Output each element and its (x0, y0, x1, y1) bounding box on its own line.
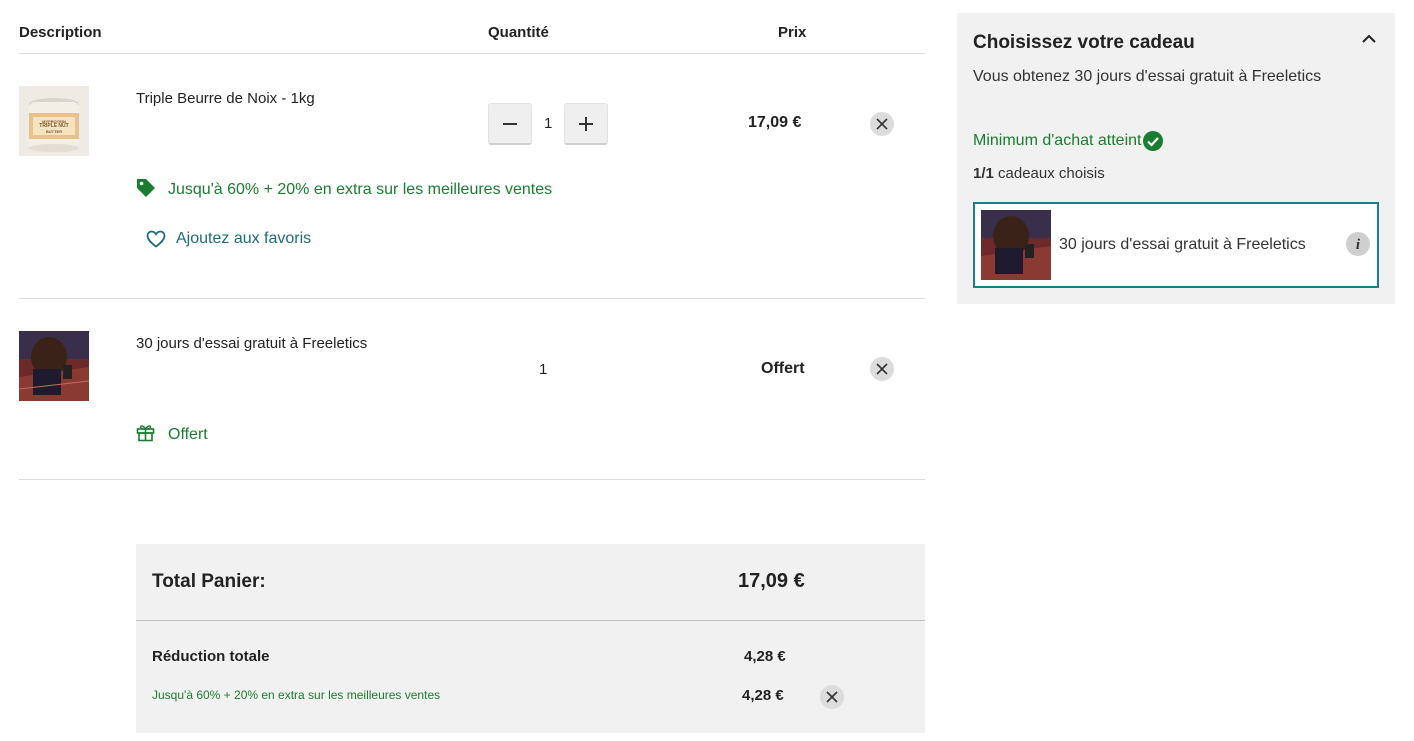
quantity-value: 1 (539, 361, 548, 378)
product-name[interactable]: Triple Beurre de Noix - 1kg (136, 90, 315, 107)
column-header-price: Prix (778, 24, 807, 41)
gift-status: Minimum d'achat atteint (973, 130, 1164, 152)
gift-count: 1/1 cadeaux choisis (973, 165, 1105, 182)
totals-divider (136, 620, 925, 621)
gift-count-value: 1/1 (973, 165, 994, 182)
svg-text:i: i (1356, 237, 1361, 253)
product-name[interactable]: 30 jours d'essai gratuit à Freeletics (136, 335, 367, 352)
tag-icon (137, 179, 155, 197)
gift-count-text: cadeaux choisis (998, 165, 1105, 182)
remove-promo-button[interactable] (820, 685, 844, 709)
promo-discount-label: Jusqu'à 60% + 20% en extra sur les meill… (152, 688, 441, 702)
increase-quantity-button[interactable] (564, 103, 608, 145)
gift-panel-subtitle: Vous obtenez 30 jours d'essai gratuit à … (973, 68, 1322, 85)
minus-icon (503, 122, 517, 125)
item-price: 17,09 € (748, 114, 802, 131)
item-divider (19, 298, 925, 299)
discount-value: 4,28 € (744, 648, 786, 665)
gift-badge-label: Offert (168, 426, 208, 443)
chevron-up-icon[interactable] (1361, 33, 1377, 45)
thumb-label-sub: BUTTER (45, 129, 63, 134)
gift-option-label: 30 jours d'essai gratuit à Freeletics (1059, 236, 1306, 253)
promo-discount-value: 4,28 € (742, 687, 784, 704)
remove-item-button[interactable] (870, 112, 894, 136)
column-header-quantity: Quantité (488, 24, 549, 41)
discount-label: Réduction totale (152, 648, 270, 665)
add-to-favorites-label: Ajoutez aux favoris (176, 230, 312, 247)
freeletics-athlete-image (19, 331, 89, 401)
close-icon (876, 363, 888, 375)
product-image-nut-butter[interactable]: MYPROTEIN TRIPLE NUT BUTTER (19, 86, 89, 156)
decrease-quantity-button[interactable] (488, 103, 532, 145)
close-icon (876, 118, 888, 130)
item-divider (19, 479, 925, 480)
item-price: Offert (761, 360, 805, 377)
product-image-freeletics[interactable] (19, 331, 89, 401)
header-divider (19, 53, 925, 54)
gift-panel: Choisissez votre cadeau Vous obtenez 30 … (957, 13, 1395, 304)
gift-status-label: Minimum d'achat atteint (973, 132, 1142, 149)
heart-icon (146, 230, 166, 248)
plus-icon (579, 116, 593, 131)
check-circle-icon (1143, 131, 1164, 151)
cart-totals: Total Panier: 17,09 € Réduction totale 4… (136, 544, 925, 733)
remove-item-button[interactable] (870, 357, 894, 381)
column-header-description: Description (19, 24, 102, 41)
total-value: 17,09 € (738, 570, 805, 592)
add-to-favorites-button[interactable]: Ajoutez aux favoris (146, 228, 311, 250)
gift-panel-title: Choisissez votre cadeau (973, 32, 1195, 53)
gift-icon (136, 425, 155, 442)
freeletics-athlete-image (981, 210, 1051, 280)
info-icon[interactable]: i (1346, 232, 1370, 256)
close-icon (826, 691, 838, 703)
gift-option-card[interactable]: 30 jours d'essai gratuit à Freeletics i (973, 202, 1379, 288)
promo-link[interactable]: Jusqu'à 60% + 20% en extra sur les meill… (168, 181, 552, 199)
total-label: Total Panier: (152, 571, 266, 592)
quantity-value: 1 (544, 115, 553, 132)
